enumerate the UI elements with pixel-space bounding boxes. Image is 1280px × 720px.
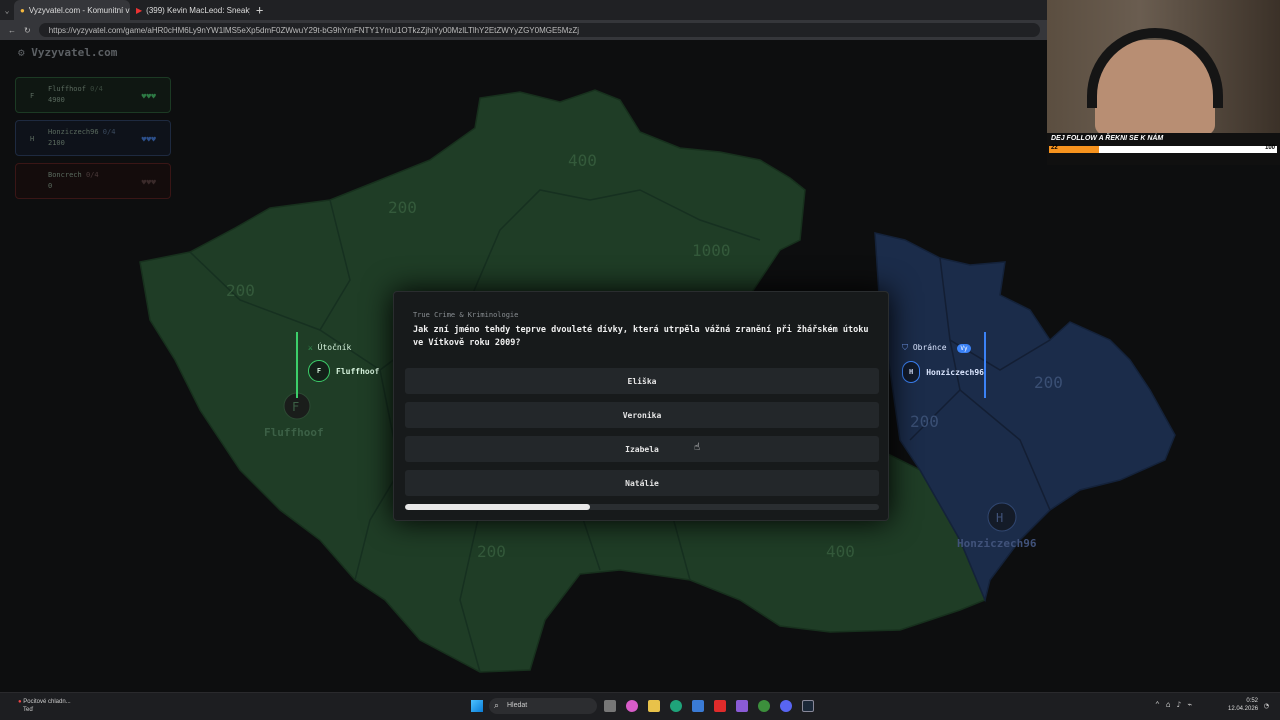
timer-fill [405, 504, 590, 510]
player-tag: 0/4 [85, 171, 99, 179]
youtube-icon[interactable] [714, 700, 726, 712]
bell-icon[interactable]: ◔ [1264, 701, 1269, 710]
weather-widget[interactable]: ● Pocitové chladn... Teď [18, 698, 71, 714]
base-name: Fluffhoof [264, 426, 324, 439]
cursor-icon: ☝ [694, 442, 701, 453]
you-badge: Vy [957, 344, 971, 353]
tab-label: (399) Kevin MacLeod: Sneaky [146, 5, 250, 15]
timer-track [405, 504, 879, 510]
question-category: True Crime & Kriminologie [413, 311, 519, 319]
attacker-role: ⚔ Útočník [308, 343, 352, 352]
clock-time: 0:52 [1246, 698, 1258, 704]
player-name: Boncrech [48, 171, 82, 179]
tab-label: Vyzyvatel.com - Komunitní vl [28, 5, 130, 15]
new-tab-button[interactable]: + [256, 3, 263, 17]
player-name: Fluffhoof [48, 85, 86, 93]
defender-name: Honziczech96 [926, 367, 984, 377]
steam-icon[interactable] [802, 700, 814, 712]
follow-banner: DEJ FOLLOW A ŘEKNI SE K NÁM 22 100 [1047, 133, 1280, 165]
chrome-icon[interactable] [758, 700, 770, 712]
avatar: F [30, 92, 35, 100]
answer-option-2[interactable]: Veronika [405, 402, 879, 428]
question-dialog: True Crime & Kriminologie Jak zní jméno … [393, 291, 889, 521]
url-field[interactable]: https://vyzyvatel.com/game/aHR0cHM6Ly9nY… [38, 23, 1040, 37]
tray-icons[interactable]: ⌃⌂♪⌁ [1155, 700, 1198, 709]
reload-icon[interactable]: ↻ [24, 26, 31, 35]
sword-icon: ⚔ [308, 343, 313, 352]
start-button[interactable] [471, 700, 483, 712]
player-tag: 0/4 [90, 85, 103, 93]
weather-icon: ● [18, 699, 22, 705]
region-value: 1000 [692, 241, 731, 260]
browser-tab-strip: ⌄ ● Vyzyvatel.com - Komunitní vl ✕ ▶ (39… [0, 0, 1048, 20]
region-value: 200 [477, 542, 506, 561]
store-icon[interactable] [692, 700, 704, 712]
player-score: 2100 [48, 139, 65, 147]
youtube-icon: ▶ [136, 5, 143, 15]
hearts-icon: ♥♥♥ [141, 92, 156, 101]
avatar: F [308, 360, 330, 382]
tab-vyzyvatel[interactable]: ● Vyzyvatel.com - Komunitní vl ✕ [14, 0, 130, 20]
tab-list-icon[interactable]: ⌄ [0, 6, 14, 15]
region-value: 200 [388, 198, 417, 217]
region-value: 200 [1034, 373, 1063, 392]
follow-text: DEJ FOLLOW A ŘEKNI SE K NÁM [1051, 135, 1164, 142]
shield-icon: ⛉ [902, 343, 908, 352]
clock-date: 12.04.2026 [1228, 706, 1259, 712]
defender-panel: ⛉ Obránce Vy H Honziczech96 [896, 332, 986, 398]
attacker-panel: ⚔ Útočník F Fluffhoof [296, 332, 379, 398]
copilot-icon[interactable] [626, 700, 638, 712]
answer-option-1[interactable]: Eliška [405, 368, 879, 394]
player-tag: 0/4 [102, 128, 116, 136]
webcam-overlay: DEJ FOLLOW A ŘEKNI SE K NÁM 22 100 [1047, 0, 1280, 165]
hearts-icon: ♥♥♥ [141, 135, 156, 144]
avatar: H [30, 135, 35, 143]
base-name: Honziczech96 [957, 537, 1037, 550]
follow-right: 100 [1264, 145, 1275, 151]
follow-left: 22 [1051, 145, 1058, 151]
answer-option-4[interactable]: Natálie [405, 470, 879, 496]
region-value: 400 [826, 542, 855, 561]
task-view-icon[interactable] [604, 700, 616, 712]
player-name: Honziczech96 [48, 128, 99, 136]
app-icon[interactable] [736, 700, 748, 712]
search-box[interactable]: ⌕ Hledat [489, 698, 597, 714]
edge-icon[interactable] [670, 700, 682, 712]
player-card: F Fluffhoof 0/4 4900 ♥♥♥ [15, 77, 171, 113]
hearts-icon: ♥♥♥ [141, 178, 156, 187]
question-text: Jak zní jméno tehdy teprve dvouleté dívk… [413, 325, 869, 348]
avatar: H [902, 361, 921, 383]
taskbar: ● Pocitové chladn... Teď ⌕ Hledat ⌃⌂♪⌁ 0:… [0, 692, 1280, 720]
answer-option-3[interactable]: Izabela [405, 436, 879, 462]
base-initial: F [292, 400, 299, 414]
player-score: 0 [48, 182, 53, 190]
region-value: 200 [226, 281, 255, 300]
player-card: H Honziczech96 0/4 2100 ♥♥♥ [15, 120, 171, 156]
folder-icon[interactable] [648, 700, 660, 712]
search-icon: ⌕ [494, 700, 500, 710]
follow-bar: 22 100 [1049, 145, 1277, 153]
base-initial: H [996, 511, 1003, 525]
region-value: 200 [910, 412, 939, 431]
address-bar: ← ↻ https://vyzyvatel.com/game/aHR0cHM6L… [0, 20, 1048, 40]
tab-youtube[interactable]: ▶ (399) Kevin MacLeod: Sneaky ✕ [130, 0, 250, 20]
discord-icon[interactable] [780, 700, 792, 712]
player-score: 4900 [48, 96, 65, 104]
player-card: Boncrech 0/4 0 ♥♥♥ [15, 163, 171, 199]
favicon-icon: ● [20, 5, 25, 15]
region-value: 400 [568, 151, 597, 170]
attacker-name: Fluffhoof [336, 366, 380, 376]
back-icon[interactable]: ← [8, 26, 16, 35]
site-logo[interactable]: ⚙ Vyzyvatel.com [18, 46, 117, 59]
clock[interactable]: 0:52 12.04.2026 [1228, 697, 1258, 713]
defender-role: ⛉ Obránce Vy [902, 343, 984, 353]
